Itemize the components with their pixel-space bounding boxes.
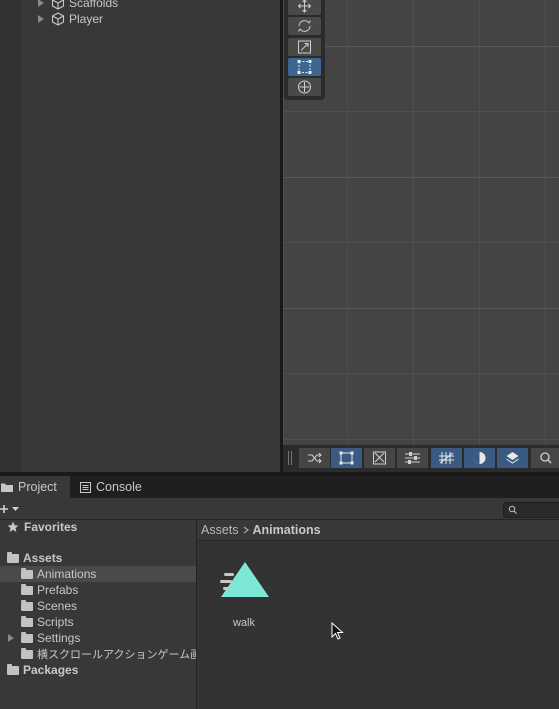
search-icon xyxy=(540,452,552,464)
scale-icon xyxy=(298,40,311,54)
expand-arrow-icon[interactable] xyxy=(38,0,44,7)
folder-icon xyxy=(21,583,33,595)
folder-label: Scripts xyxy=(37,615,74,629)
folder-icon xyxy=(7,551,19,563)
tab-label: Console xyxy=(96,480,142,494)
folder-label: Scenes xyxy=(37,599,78,613)
rect-icon xyxy=(339,451,354,465)
folder-icon xyxy=(21,647,33,659)
shading-icon xyxy=(473,452,486,464)
expand-arrow-icon[interactable] xyxy=(8,634,14,642)
folder-icon xyxy=(7,663,19,675)
move-tool-button[interactable] xyxy=(288,0,321,15)
folder-item-prefabs[interactable]: Prefabs xyxy=(0,582,196,598)
grid-line xyxy=(283,373,559,374)
grid-line xyxy=(283,242,559,243)
grid-line xyxy=(283,439,559,440)
tab-console[interactable]: Console xyxy=(80,476,142,498)
folder-item-settings[interactable]: Settings xyxy=(0,630,196,646)
packages-row[interactable]: Packages xyxy=(0,662,196,678)
rect-transform-icon xyxy=(297,60,312,74)
grid-line xyxy=(545,0,546,472)
favorites-label: Favorites xyxy=(24,520,78,534)
assets-label: Assets xyxy=(23,551,63,565)
shuffle-icon xyxy=(308,452,322,464)
grid-line xyxy=(283,308,559,309)
overlay-button-grid[interactable] xyxy=(431,448,462,468)
transform-tool-button[interactable] xyxy=(288,78,321,96)
plus-icon xyxy=(0,505,19,513)
overlay-button-shading[interactable] xyxy=(464,448,495,468)
folder-icon xyxy=(21,615,33,627)
folder-icon xyxy=(21,599,33,611)
overlay-button-search[interactable] xyxy=(531,448,559,468)
scene-overlay-toolbar xyxy=(283,445,559,472)
folder-icon xyxy=(21,567,33,579)
hierarchy-item-scaffolds[interactable]: Scaffolds xyxy=(38,0,118,11)
overlay-button-gizmo[interactable] xyxy=(364,448,395,468)
hierarchy-panel xyxy=(0,0,280,472)
mouse-cursor-icon xyxy=(331,622,344,640)
hierarchy-item-label: Scaffolds xyxy=(69,0,119,10)
gizmo-icon xyxy=(373,451,386,465)
overlay-button-shuffle[interactable] xyxy=(299,448,330,468)
grid-line xyxy=(283,177,559,178)
folder-label: Animations xyxy=(37,567,97,581)
folder-item-scripts[interactable]: Scripts xyxy=(0,614,196,630)
scale-tool-button[interactable] xyxy=(288,38,321,56)
transform-icon xyxy=(298,80,311,94)
breadcrumb-root[interactable]: Assets xyxy=(201,523,239,537)
rotate-tool-button[interactable] xyxy=(288,17,321,35)
search-icon xyxy=(508,505,517,514)
tools-overlay xyxy=(284,0,325,100)
hierarchy-gutter xyxy=(0,0,21,472)
favorites-row[interactable]: Favorites xyxy=(0,519,196,535)
expand-arrow-icon[interactable] xyxy=(38,15,44,23)
hierarchy-item-label: Player xyxy=(69,12,104,26)
animation-clip-icon xyxy=(220,562,269,597)
drag-handle[interactable] xyxy=(291,451,292,465)
rotate-icon xyxy=(298,20,311,32)
move-icon xyxy=(297,0,312,13)
grid-line xyxy=(479,0,480,472)
gameobject-cube-icon xyxy=(51,0,65,10)
bottom-tab-bar: Project Console xyxy=(0,476,559,498)
packages-label: Packages xyxy=(23,663,79,677)
asset-label: walk xyxy=(232,617,255,629)
folder-icon xyxy=(21,631,33,643)
folder-label: 横スクロールアクションゲーム画像素 xyxy=(37,649,196,661)
project-search-input[interactable] xyxy=(503,502,559,518)
project-toolbar xyxy=(0,498,559,520)
folder-label: Settings xyxy=(37,631,81,645)
overlay-button-sliders[interactable] xyxy=(397,448,428,468)
breadcrumb-current[interactable]: Animations xyxy=(253,523,321,537)
grid-line xyxy=(283,111,559,112)
folder-icon xyxy=(1,483,13,492)
assets-row[interactable]: Assets xyxy=(0,550,196,566)
snapping-icon xyxy=(506,452,519,464)
create-dropdown-button[interactable] xyxy=(0,501,22,516)
drag-handle[interactable] xyxy=(288,451,289,465)
breadcrumb: Assets Animations xyxy=(197,520,559,541)
overlay-button-rect[interactable] xyxy=(331,448,362,468)
tab-label: Project xyxy=(18,480,57,494)
tab-project[interactable]: Project xyxy=(0,476,70,498)
rect-tool-button[interactable] xyxy=(288,58,321,76)
star-icon xyxy=(7,521,19,532)
sliders-icon xyxy=(405,452,420,464)
chevron-right-icon xyxy=(243,526,249,534)
folder-item-animations[interactable]: Animations xyxy=(0,566,196,582)
gameobject-cube-icon xyxy=(51,12,65,26)
grid-line xyxy=(347,0,348,472)
folder-label: Prefabs xyxy=(37,583,79,597)
console-icon xyxy=(80,481,91,493)
grid-line xyxy=(413,0,414,472)
folder-item-side-scroll-images[interactable]: 横スクロールアクションゲーム画像素 xyxy=(0,646,196,662)
asset-walk[interactable]: walk xyxy=(216,558,274,632)
hierarchy-item-player[interactable]: Player xyxy=(38,11,103,27)
overlay-button-snapping[interactable] xyxy=(497,448,528,468)
folder-item-scenes[interactable]: Scenes xyxy=(0,598,196,614)
grid-icon xyxy=(439,452,454,464)
